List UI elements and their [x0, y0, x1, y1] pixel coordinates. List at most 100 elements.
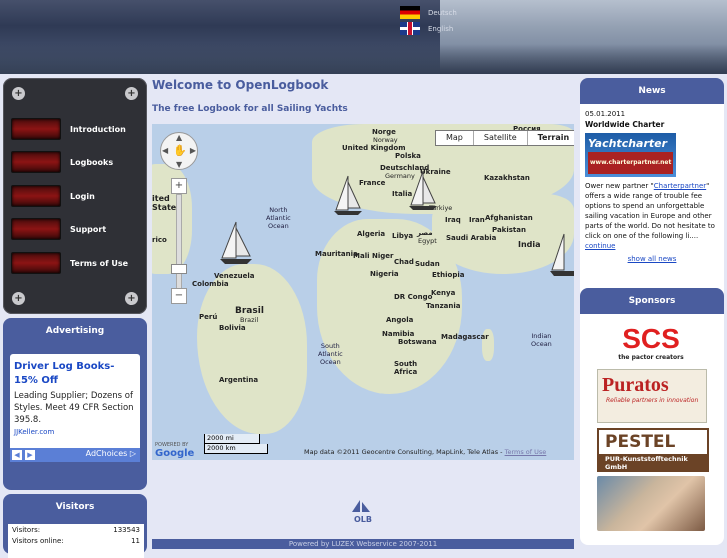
map-label: Chad: [394, 258, 414, 266]
map-label: Polska: [395, 152, 421, 160]
map-label: Norge: [372, 128, 396, 136]
footer-bar: Powered by LUZEX Webservice 2007-2011: [152, 539, 574, 549]
nav-item-label: Introduction: [70, 124, 126, 134]
banner-title: Yachtcharter: [588, 137, 668, 150]
news-heading: News: [580, 78, 724, 104]
map-label: United Kingdom: [342, 144, 406, 152]
olb-logo-icon: OLB: [352, 500, 372, 524]
visitors-value: 133543: [113, 526, 140, 534]
page-title: Welcome to OpenLogbook: [152, 78, 329, 92]
ad-title-link[interactable]: Driver Log Books- 15% Off: [10, 354, 140, 388]
pan-left-icon[interactable]: ◀: [162, 146, 168, 155]
puratos-tagline: Reliable partners in innovation: [606, 397, 699, 404]
zoom-slider-handle[interactable]: [171, 264, 187, 274]
nav-item-label: Terms of Use: [70, 258, 129, 268]
map-label: Madagascar: [441, 333, 489, 341]
map-label: Argentina: [219, 376, 259, 384]
visitors-row: Visitors online: 11: [12, 537, 140, 548]
map-label: Colombia: [192, 280, 229, 288]
nav-button-icon: [11, 118, 61, 140]
zoom-out-button[interactable]: −: [171, 288, 187, 304]
map-label: Sudan: [415, 260, 440, 268]
map-type-satellite[interactable]: Satellite: [474, 131, 528, 145]
nav-button-icon: [11, 151, 61, 173]
ad-source-link[interactable]: JJKeller.com: [10, 428, 140, 436]
news-date: 05.01.2011: [585, 110, 626, 118]
svg-text:OLB: OLB: [354, 515, 372, 524]
nav-item-logbooks[interactable]: Logbooks: [11, 150, 141, 174]
map-label: Egypt: [418, 237, 437, 245]
prev-arrow-icon[interactable]: ◀: [12, 450, 22, 460]
map-attribution: Map data ©2011 Geocentre Consulting, Map…: [304, 448, 546, 456]
sponsors-heading: Sponsors: [580, 288, 724, 314]
news-body-text: " offers a wide range of trouble fee opt…: [585, 182, 715, 240]
news-title: Worldwide Charter: [585, 120, 665, 129]
next-arrow-icon[interactable]: ▶: [25, 450, 35, 460]
attribution-text: Map data ©2011 Geocentre Consulting, Map…: [304, 448, 503, 456]
sponsor-scs[interactable]: SCS the pactor creators: [597, 324, 705, 364]
scs-tagline: the pactor creators: [618, 354, 684, 361]
puratos-logo: Puratos: [602, 374, 669, 396]
sponsor-pestel[interactable]: PESTEL PUR-Kunststofftechnik GmbH: [597, 428, 709, 472]
sailboat-marker-icon[interactable]: [548, 232, 574, 278]
map-label: Norway: [373, 136, 398, 144]
sponsor-puratos[interactable]: Puratos Reliable partners in innovation: [597, 369, 707, 423]
scale-miles: 2000 mi: [204, 434, 260, 444]
map-label: Afghanistan: [485, 214, 533, 222]
map-label: Brazil: [240, 316, 259, 324]
sailboat-marker-icon[interactable]: [218, 220, 254, 266]
map-type-terrain[interactable]: Terrain: [528, 131, 574, 145]
charterpartner-link[interactable]: Charterpartner: [654, 182, 706, 190]
land-south-america: [197, 264, 307, 434]
visitors-table: Visitors: 133543 Visitors online: 11: [8, 524, 144, 558]
lang-english[interactable]: English: [400, 22, 453, 35]
header-sea-image: [0, 44, 727, 74]
map-label: Angola: [386, 316, 414, 324]
map-label: South Atlantic Ocean: [318, 342, 343, 366]
sailboat-marker-icon[interactable]: [407, 169, 439, 211]
show-all-news-link[interactable]: show all news: [580, 255, 724, 263]
nav-item-label: Support: [70, 224, 107, 234]
sponsor-photo[interactable]: [597, 476, 705, 531]
nav-button-icon: [11, 252, 61, 274]
zoom-slider-track[interactable]: [176, 194, 182, 290]
zoom-in-button[interactable]: +: [171, 178, 187, 194]
sailboat-marker-icon[interactable]: [332, 174, 364, 216]
map-label: Africa: [394, 368, 418, 376]
ad-text: Leading Supplier; Dozens of Styles. Meet…: [14, 391, 134, 425]
pan-right-icon[interactable]: ▶: [190, 146, 196, 155]
map-label: Saudi Arabia: [446, 234, 497, 242]
adchoices-link[interactable]: AdChoices ▷: [86, 449, 136, 458]
lang-german[interactable]: Deutsch: [400, 6, 457, 19]
map-type-map[interactable]: Map: [436, 131, 474, 145]
map-label: Algeria: [357, 230, 386, 238]
map-label: North Atlantic Ocean: [266, 206, 291, 230]
world-map[interactable]: Россия Norge Norway United Kingdom Polsk…: [152, 124, 574, 460]
pan-up-icon[interactable]: ▲: [176, 133, 182, 142]
screw-icon: +: [125, 292, 138, 305]
map-label: Botswana: [398, 338, 437, 346]
google-logo[interactable]: POWERED BY Google: [155, 442, 194, 459]
news-body: Ower new partner "Charterpartner" offers…: [580, 179, 724, 253]
visitors-label: Visitors online:: [12, 537, 64, 545]
nav-item-login[interactable]: Login: [11, 184, 141, 208]
map-label: Ethiopia: [432, 271, 465, 279]
pan-down-icon[interactable]: ▼: [176, 160, 182, 169]
map-label: Niger: [372, 252, 394, 260]
map-label: Namibia: [382, 330, 415, 338]
map-pan-control[interactable]: ▲ ▼ ◀ ▶ ✋: [160, 132, 198, 170]
nav-item-introduction[interactable]: Introduction: [11, 117, 141, 141]
nav-item-terms[interactable]: Terms of Use: [11, 251, 141, 275]
continue-link[interactable]: continue: [585, 242, 615, 250]
map-label: Iraq: [445, 216, 461, 224]
yachtcharter-banner[interactable]: Yachtcharter www.charterpartner.net: [585, 133, 676, 177]
ad-card[interactable]: Driver Log Books- 15% Off Leading Suppli…: [10, 354, 140, 462]
scs-logo: SCS: [622, 323, 680, 354]
map-label: Nigeria: [370, 270, 399, 278]
map-label: Iran: [469, 216, 485, 224]
land-uk: [347, 129, 375, 157]
pestel-tagline: PUR-Kunststofftechnik GmbH: [599, 454, 707, 472]
map-label: Kenya: [431, 289, 456, 297]
nav-item-support[interactable]: Support: [11, 217, 141, 241]
map-terms-link[interactable]: Terms of Use: [505, 448, 547, 456]
